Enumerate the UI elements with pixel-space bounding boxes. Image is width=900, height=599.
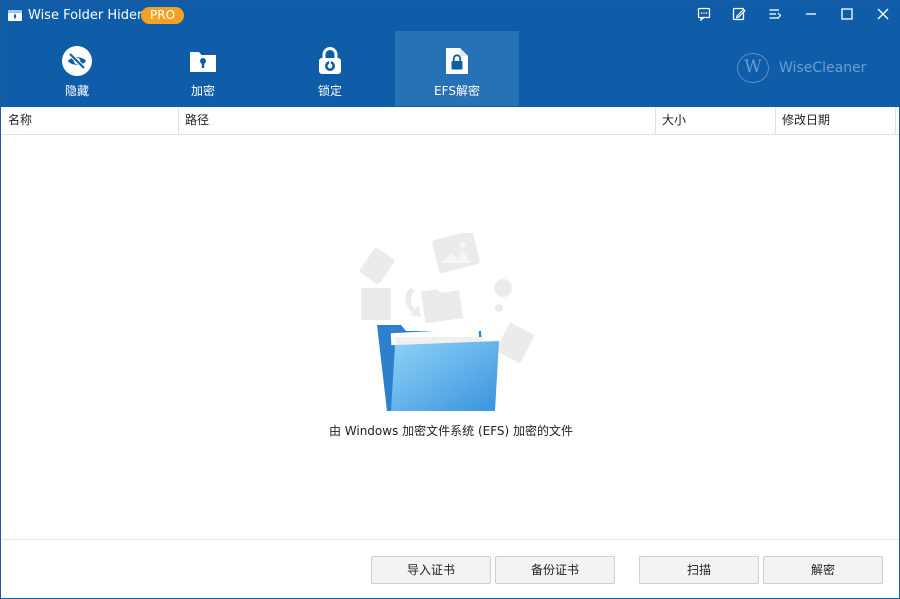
brand-name: WiseCleaner	[779, 60, 867, 76]
scan-button[interactable]: 扫描	[639, 556, 759, 584]
maximize-icon	[841, 8, 853, 20]
feedback-button[interactable]	[689, 1, 719, 27]
table-header: 名称 路径 大小 修改日期	[2, 107, 899, 135]
edit-button[interactable]	[724, 1, 754, 27]
menu-icon	[769, 9, 782, 19]
header-bar: Wise Folder Hider PRO 隐藏 加密 锁定 EFS解密 W W…	[1, 1, 900, 107]
tab-label: 隐藏	[64, 84, 89, 98]
empty-state-message: 由 Windows 加密文件系统 (EFS) 加密的文件	[328, 424, 574, 438]
backup-certificate-button[interactable]: 备份证书	[495, 556, 615, 584]
folder-keyhole-icon	[190, 52, 216, 72]
tab-efs-decrypt[interactable]: EFS解密	[395, 31, 519, 106]
padlock-icon	[319, 47, 341, 74]
tab-label: 加密	[190, 84, 215, 98]
pro-badge: PRO	[141, 7, 185, 24]
app-title: Wise Folder Hider	[28, 8, 143, 23]
app-logo-icon	[8, 10, 22, 21]
column-header-modified-date[interactable]: 修改日期	[776, 107, 896, 134]
close-icon	[877, 8, 889, 20]
tab-label: EFS解密	[434, 84, 480, 98]
empty-folder-illustration	[359, 233, 535, 411]
app-window: Wise Folder Hider PRO 隐藏 加密 锁定 EFS解密 W W…	[0, 0, 900, 599]
footer-divider	[2, 539, 899, 540]
decrypt-button[interactable]: 解密	[763, 556, 883, 584]
tab-hide[interactable]: 隐藏	[15, 31, 139, 106]
tab-lock[interactable]: 锁定	[268, 31, 392, 106]
column-header-size[interactable]: 大小	[656, 107, 776, 134]
file-lock-icon	[446, 48, 468, 74]
feedback-icon	[697, 7, 711, 21]
edit-icon	[732, 7, 746, 21]
wisecleaner-logo-icon: W	[737, 53, 769, 83]
maximize-button[interactable]	[832, 1, 862, 27]
tab-label: 锁定	[317, 84, 342, 98]
wisecleaner-brand[interactable]: W WiseCleaner	[737, 53, 877, 83]
minimize-icon	[806, 13, 816, 15]
eye-slash-icon	[62, 46, 92, 76]
menu-button[interactable]	[760, 1, 790, 27]
import-certificate-button[interactable]: 导入证书	[371, 556, 491, 584]
minimize-button[interactable]	[796, 1, 826, 27]
column-header-path[interactable]: 路径	[179, 107, 656, 134]
tab-encrypt[interactable]: 加密	[141, 31, 265, 106]
close-button[interactable]	[868, 1, 898, 27]
column-header-name[interactable]: 名称	[2, 107, 179, 134]
